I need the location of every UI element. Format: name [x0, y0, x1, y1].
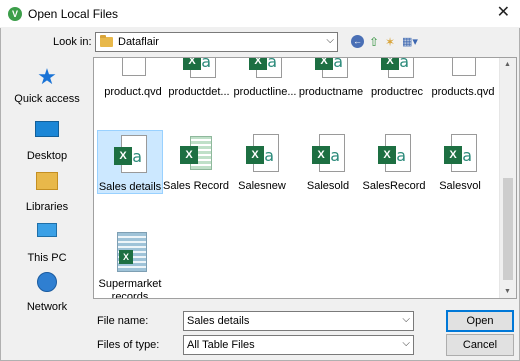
place-network[interactable]: Network	[6, 269, 88, 319]
excel-file-icon: aX	[246, 58, 284, 82]
blank-file-icon	[114, 58, 152, 82]
file-name: Supermarket records	[98, 278, 162, 299]
excel-file-icon: aX	[312, 58, 350, 82]
folder-icon	[100, 35, 113, 47]
place-libraries[interactable]: Libraries	[6, 167, 88, 217]
file-name: Sales details	[98, 181, 162, 193]
file-item[interactable]: products.qvd	[430, 58, 496, 98]
file-type-value: All Table Files	[187, 339, 255, 351]
excel-workbook-icon: X	[177, 134, 215, 176]
file-list[interactable]: product.qvd aX productdet... aX productl…	[93, 57, 517, 299]
place-quick-access[interactable]: ★ Quick access	[6, 64, 88, 114]
file-name: product.qvd	[104, 86, 162, 98]
open-button[interactable]: Open	[446, 310, 514, 332]
libraries-icon	[34, 172, 60, 198]
window-title: Open Local Files	[28, 7, 119, 21]
chevron-down-icon[interactable]: ⌵	[402, 314, 410, 325]
new-folder-icon[interactable]: ✶	[383, 35, 397, 49]
look-in-label: Look in:	[53, 36, 92, 48]
file-name: productdet...	[168, 86, 230, 98]
star-icon: ★	[37, 64, 57, 89]
file-name: Salesvol	[439, 180, 481, 192]
file-item[interactable]: aX productrec	[364, 58, 430, 98]
file-name: products.qvd	[431, 86, 495, 98]
scroll-down-icon[interactable]: ▼	[504, 288, 511, 295]
file-item[interactable]: X Sales Record	[163, 134, 229, 192]
file-item[interactable]: aX Salesvol	[427, 134, 493, 192]
file-name: Sales Record	[163, 180, 229, 192]
excel-file-icon: aX	[111, 135, 149, 177]
title-bar: V Open Local Files ✕	[0, 0, 520, 28]
computer-icon	[34, 223, 60, 249]
place-this-pc[interactable]: This PC	[6, 218, 88, 268]
scrollbar-thumb[interactable]	[503, 178, 513, 280]
place-label: Quick access	[14, 93, 80, 105]
excel-file-icon: aX	[441, 134, 479, 176]
network-icon	[34, 272, 60, 298]
file-name: SalesRecord	[362, 180, 426, 192]
file-name: productline...	[233, 86, 297, 98]
up-folder-icon[interactable]: ⇧	[367, 35, 381, 49]
open-file-dialog: Look in: Dataflair ⌵ ← ⇧ ✶ ▦▾ ★ Quick ac…	[0, 28, 520, 361]
look-in-value: Dataflair	[118, 36, 159, 48]
scroll-up-icon[interactable]: ▲	[504, 61, 511, 68]
excel-file-icon: aX	[309, 134, 347, 176]
place-desktop[interactable]: Desktop	[6, 116, 88, 166]
file-name: productname	[298, 86, 364, 98]
desktop-icon	[34, 121, 60, 147]
file-name: Salesnew	[238, 180, 286, 192]
file-name-input[interactable]: Sales details ⌵	[183, 311, 414, 331]
file-item-selected[interactable]: aX Sales details	[97, 130, 163, 194]
file-item[interactable]: aX Salesnew	[229, 134, 295, 192]
file-name: Salesold	[306, 180, 350, 192]
file-item[interactable]: X Supermarket records	[97, 232, 163, 299]
file-type-dropdown[interactable]: All Table Files ⌵	[183, 335, 414, 355]
file-item[interactable]: product.qvd	[100, 58, 166, 98]
excel-file-icon: aX	[243, 134, 281, 176]
file-item[interactable]: aX Salesold	[295, 134, 361, 192]
excel-file-icon: aX	[375, 134, 413, 176]
app-icon: V	[8, 7, 22, 21]
file-name-value: Sales details	[187, 315, 250, 327]
chevron-down-icon: ⌵	[326, 35, 334, 46]
place-label: Libraries	[25, 201, 69, 213]
vertical-scrollbar[interactable]: ▲ ▼	[499, 58, 516, 298]
excel-file-icon: aX	[378, 58, 416, 82]
places-bar: ★ Quick access Desktop Libraries This PC…	[6, 58, 88, 326]
chevron-down-icon[interactable]: ⌵	[402, 338, 410, 349]
file-type-label: Files of type:	[97, 339, 160, 351]
excel-file-icon: aX	[180, 58, 218, 82]
blank-file-icon	[444, 58, 482, 82]
place-label: Desktop	[26, 150, 68, 162]
file-name-label: File name:	[97, 315, 149, 327]
look-in-dropdown[interactable]: Dataflair ⌵	[95, 32, 338, 52]
file-item[interactable]: aX SalesRecord	[361, 134, 427, 192]
place-label: This PC	[27, 252, 67, 264]
file-name: productrec	[371, 86, 423, 98]
file-item[interactable]: aX productdet...	[166, 58, 232, 98]
spreadsheet-file-icon: X	[111, 232, 149, 274]
cancel-button[interactable]: Cancel	[446, 334, 514, 356]
place-label: Network	[26, 301, 68, 313]
file-item[interactable]: aX productname	[298, 58, 364, 98]
file-item[interactable]: aX productline...	[232, 58, 298, 98]
back-icon[interactable]: ←	[351, 35, 364, 48]
view-menu-icon[interactable]: ▦▾	[401, 35, 419, 49]
close-icon[interactable]: ✕	[497, 4, 510, 22]
